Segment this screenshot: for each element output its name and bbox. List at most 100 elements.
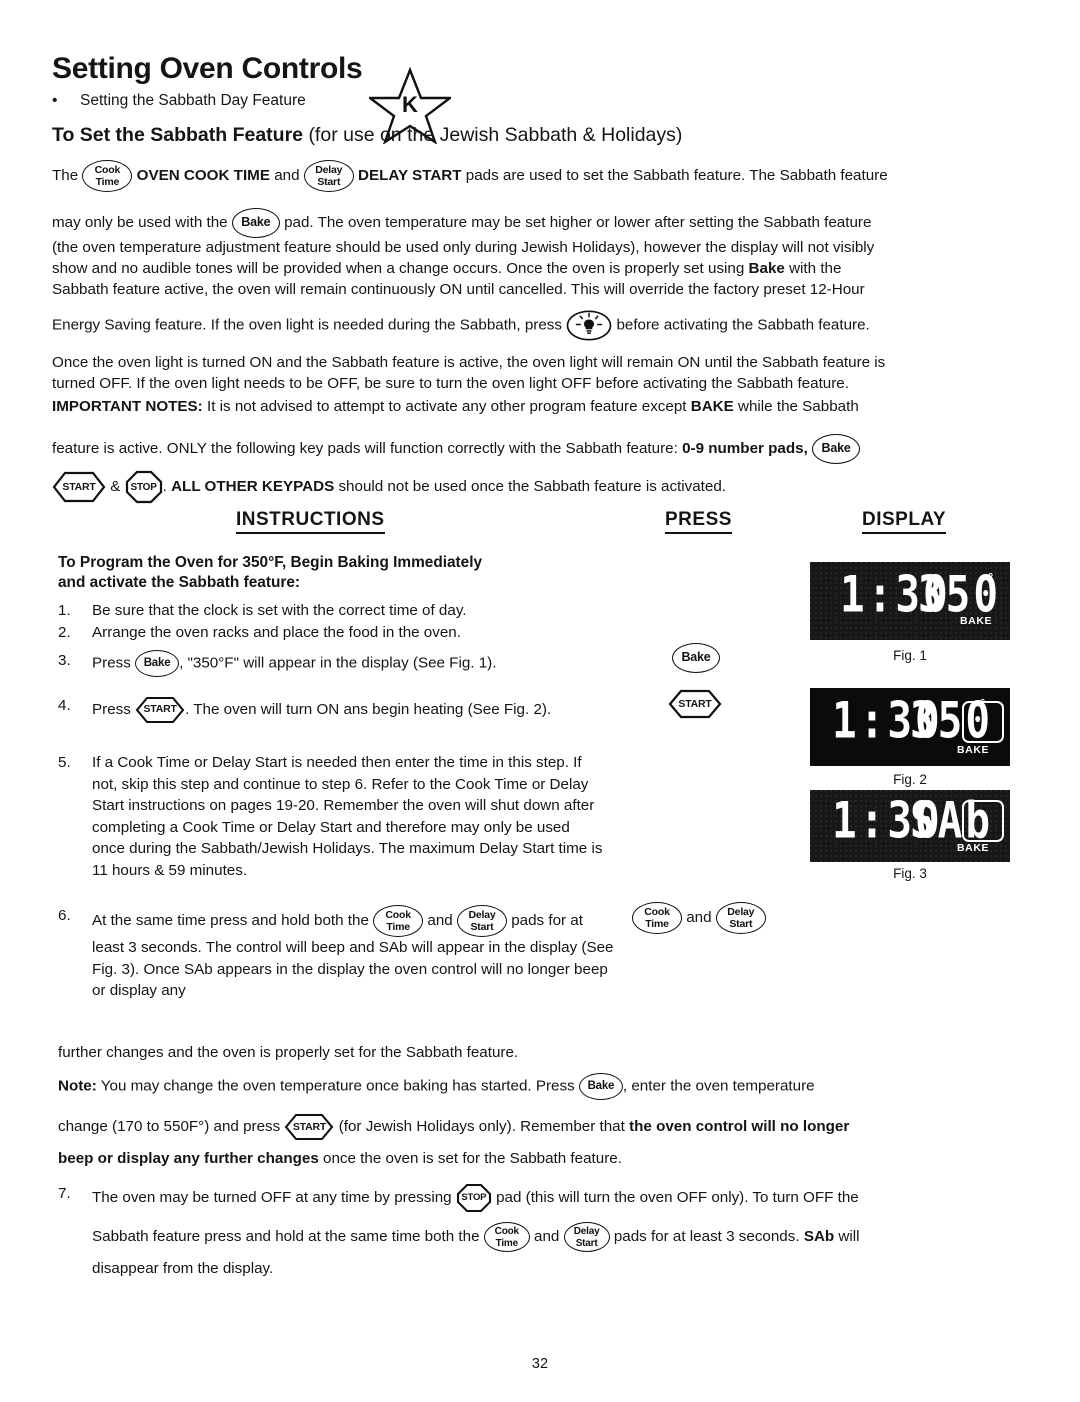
intro-line-2: may only be used with the Bake pad. The … xyxy=(52,208,1042,238)
instructions-heading: To Program the Oven for 350°F, Begin Bak… xyxy=(58,553,618,593)
step-7-final: disappear from the display. xyxy=(92,1258,1080,1279)
press-start-pad[interactable]: START xyxy=(668,688,722,720)
intro-text: OVEN COOK TIME xyxy=(136,167,270,185)
intro-text: with the xyxy=(789,260,842,277)
pad-line-2: Time xyxy=(386,921,410,933)
closing-note-line: Note: You may change the oven temperatur… xyxy=(58,1073,1048,1100)
bake-pad-icon[interactable]: Bake xyxy=(672,643,720,673)
allowed-keypads-line: feature is active. ONLY the following ke… xyxy=(52,434,1052,464)
bake-pad-icon: Bake xyxy=(578,1073,623,1100)
sabbath-indicator-box xyxy=(962,701,1004,743)
intro-text: BAKE xyxy=(690,398,734,415)
start-pad-icon: START xyxy=(52,470,106,504)
section-subtitle: To Set the Sabbath Feature (for use on t… xyxy=(52,124,682,147)
step-number: 5. xyxy=(58,754,71,771)
closing-text: once the oven is set for the Sabbath fea… xyxy=(323,1150,622,1167)
pad-label: START xyxy=(143,703,177,716)
step-number: 3. xyxy=(58,652,71,669)
important-notes-label: IMPORTANT NOTES: xyxy=(52,398,203,415)
other-keypads-line: START & STOP . ALL OTHER KEYPADS should … xyxy=(52,470,1052,504)
closing-text: (for Jewish Holidays only). Remember tha… xyxy=(338,1118,625,1136)
step-text: If a Cook Time or Delay Start is needed … xyxy=(92,754,603,879)
press-cook-delay-pads[interactable]: Cook Time and Delay Start xyxy=(632,902,766,934)
pad-label: START xyxy=(292,1120,327,1133)
display-fig-3: 1:30 SAb BAKE xyxy=(810,790,1010,862)
intro-text: 0-9 number pads, xyxy=(682,440,808,458)
step-text-b: pad (this will turn the oven OFF only). … xyxy=(496,1189,859,1207)
intro-text: It is not advised to attempt to activate… xyxy=(206,398,687,415)
sabbath-indicator-box xyxy=(962,800,1004,842)
step-text-a: The oven may be turned OFF at any time b… xyxy=(92,1189,452,1207)
delay-start-pad-icon[interactable]: Delay Start xyxy=(715,902,766,934)
step-text: The oven may be turned OFF at any time b… xyxy=(92,1183,1048,1213)
intro-line-5: Sabbath feature active, the oven will re… xyxy=(52,279,1042,300)
closing-text: pads for at least 3 seconds. xyxy=(613,1228,800,1246)
pad-line-2: Time xyxy=(645,918,669,930)
page-title: Setting Oven Controls xyxy=(52,52,363,85)
page-number: 32 xyxy=(531,1356,549,1372)
oven-light-pad-icon xyxy=(566,310,612,341)
degree-symbol: ° xyxy=(988,570,994,585)
cook-time-pad-icon[interactable]: Cook Time xyxy=(632,902,682,934)
figure-caption-1: Fig. 1 xyxy=(893,648,927,663)
closing-text: will xyxy=(838,1228,860,1246)
pad-label: Bake xyxy=(681,650,711,664)
step-text: At the same time press and hold both the… xyxy=(92,905,618,1002)
intro-text: while the Sabbath xyxy=(738,398,859,415)
closing-text: You may change the oven temperature once… xyxy=(100,1077,575,1095)
closing-text: and xyxy=(534,1228,560,1246)
bullet-label: Setting the Sabbath Day Feature xyxy=(80,92,306,109)
delay-start-pad-icon: Delay Start xyxy=(456,905,507,937)
intro-text: turned OFF. If the oven light needs to b… xyxy=(52,375,849,392)
pad-line-2: Start xyxy=(317,176,341,188)
closing-text: further changes and the oven is properly… xyxy=(58,1044,519,1061)
bake-pad-icon: Bake xyxy=(231,208,280,238)
pad-label: STOP xyxy=(130,481,157,493)
intro-text: before activating the Sabbath feature. xyxy=(616,316,870,334)
intro-text: pads are used to set the Sabbath feature… xyxy=(465,167,888,185)
pad-label: Bake xyxy=(241,215,271,229)
step-text-b: and xyxy=(427,912,453,930)
step-text: Arrange the oven racks and place the foo… xyxy=(92,624,461,641)
subtitle-rest: (for use on the Jewish Sabbath & Holiday… xyxy=(308,124,683,146)
intro-text: feature is active. ONLY the following ke… xyxy=(52,440,678,458)
intro-text: Once the oven light is turned ON and the… xyxy=(52,354,886,371)
press-bake-pad[interactable]: Bake xyxy=(672,643,720,673)
bake-pad-icon: Bake xyxy=(135,650,180,677)
pad-line-1: Cook xyxy=(94,164,121,176)
intro-text: pad. The oven temperature may be set hig… xyxy=(284,214,872,232)
step-6: 6. At the same time press and hold both … xyxy=(58,905,618,1002)
pad-label: Bake xyxy=(143,657,171,669)
pad-label: STOP xyxy=(461,1192,487,1204)
closing-text: , enter the oven temperature xyxy=(622,1077,815,1095)
closing-text: the oven control will no longer xyxy=(629,1118,850,1136)
bake-indicator: BAKE xyxy=(957,744,990,756)
step-text-a: Press xyxy=(92,701,131,719)
intro-line-8: turned OFF. If the oven light needs to b… xyxy=(52,373,1042,394)
pad-label: Bake xyxy=(587,1080,615,1092)
step-text-b: . The oven will turn ON ans begin heatin… xyxy=(185,701,552,719)
pad-label: START xyxy=(678,698,712,710)
closing-line-1: further changes and the oven is properly… xyxy=(58,1042,1048,1063)
intro-text: Sabbath feature active, the oven will re… xyxy=(52,281,865,298)
pad-line-2: Time xyxy=(95,176,120,188)
step-4: 4. Press START . The oven will turn ON a… xyxy=(58,695,618,725)
pad-line-1: Cook xyxy=(385,909,411,921)
step-number: 2. xyxy=(58,624,71,641)
stop-pad-icon: STOP xyxy=(456,1183,492,1213)
pad-line-2: Time xyxy=(495,1237,519,1249)
start-pad-icon: START xyxy=(135,695,185,725)
bullet-dot: • xyxy=(52,92,58,109)
pad-line-2: Start xyxy=(729,918,753,930)
logo-letter: K xyxy=(402,92,418,117)
subtitle-bold: To Set the Sabbath Feature xyxy=(52,124,304,146)
pad-line-1: Delay xyxy=(727,906,755,918)
start-pad-icon[interactable]: START xyxy=(668,688,722,720)
intro-text: Bake xyxy=(748,260,785,277)
intro-line-1: The Cook Time OVEN COOK TIME and Delay S… xyxy=(52,160,1042,192)
step-text: Press START . The oven will turn ON ans … xyxy=(92,695,618,725)
pad-label: Bake xyxy=(821,441,851,455)
step-7: 7. The oven may be turned OFF at any tim… xyxy=(58,1183,1048,1213)
intro-text: The xyxy=(52,167,79,185)
closing-line-4: beep or display any further changes once… xyxy=(58,1148,1048,1169)
